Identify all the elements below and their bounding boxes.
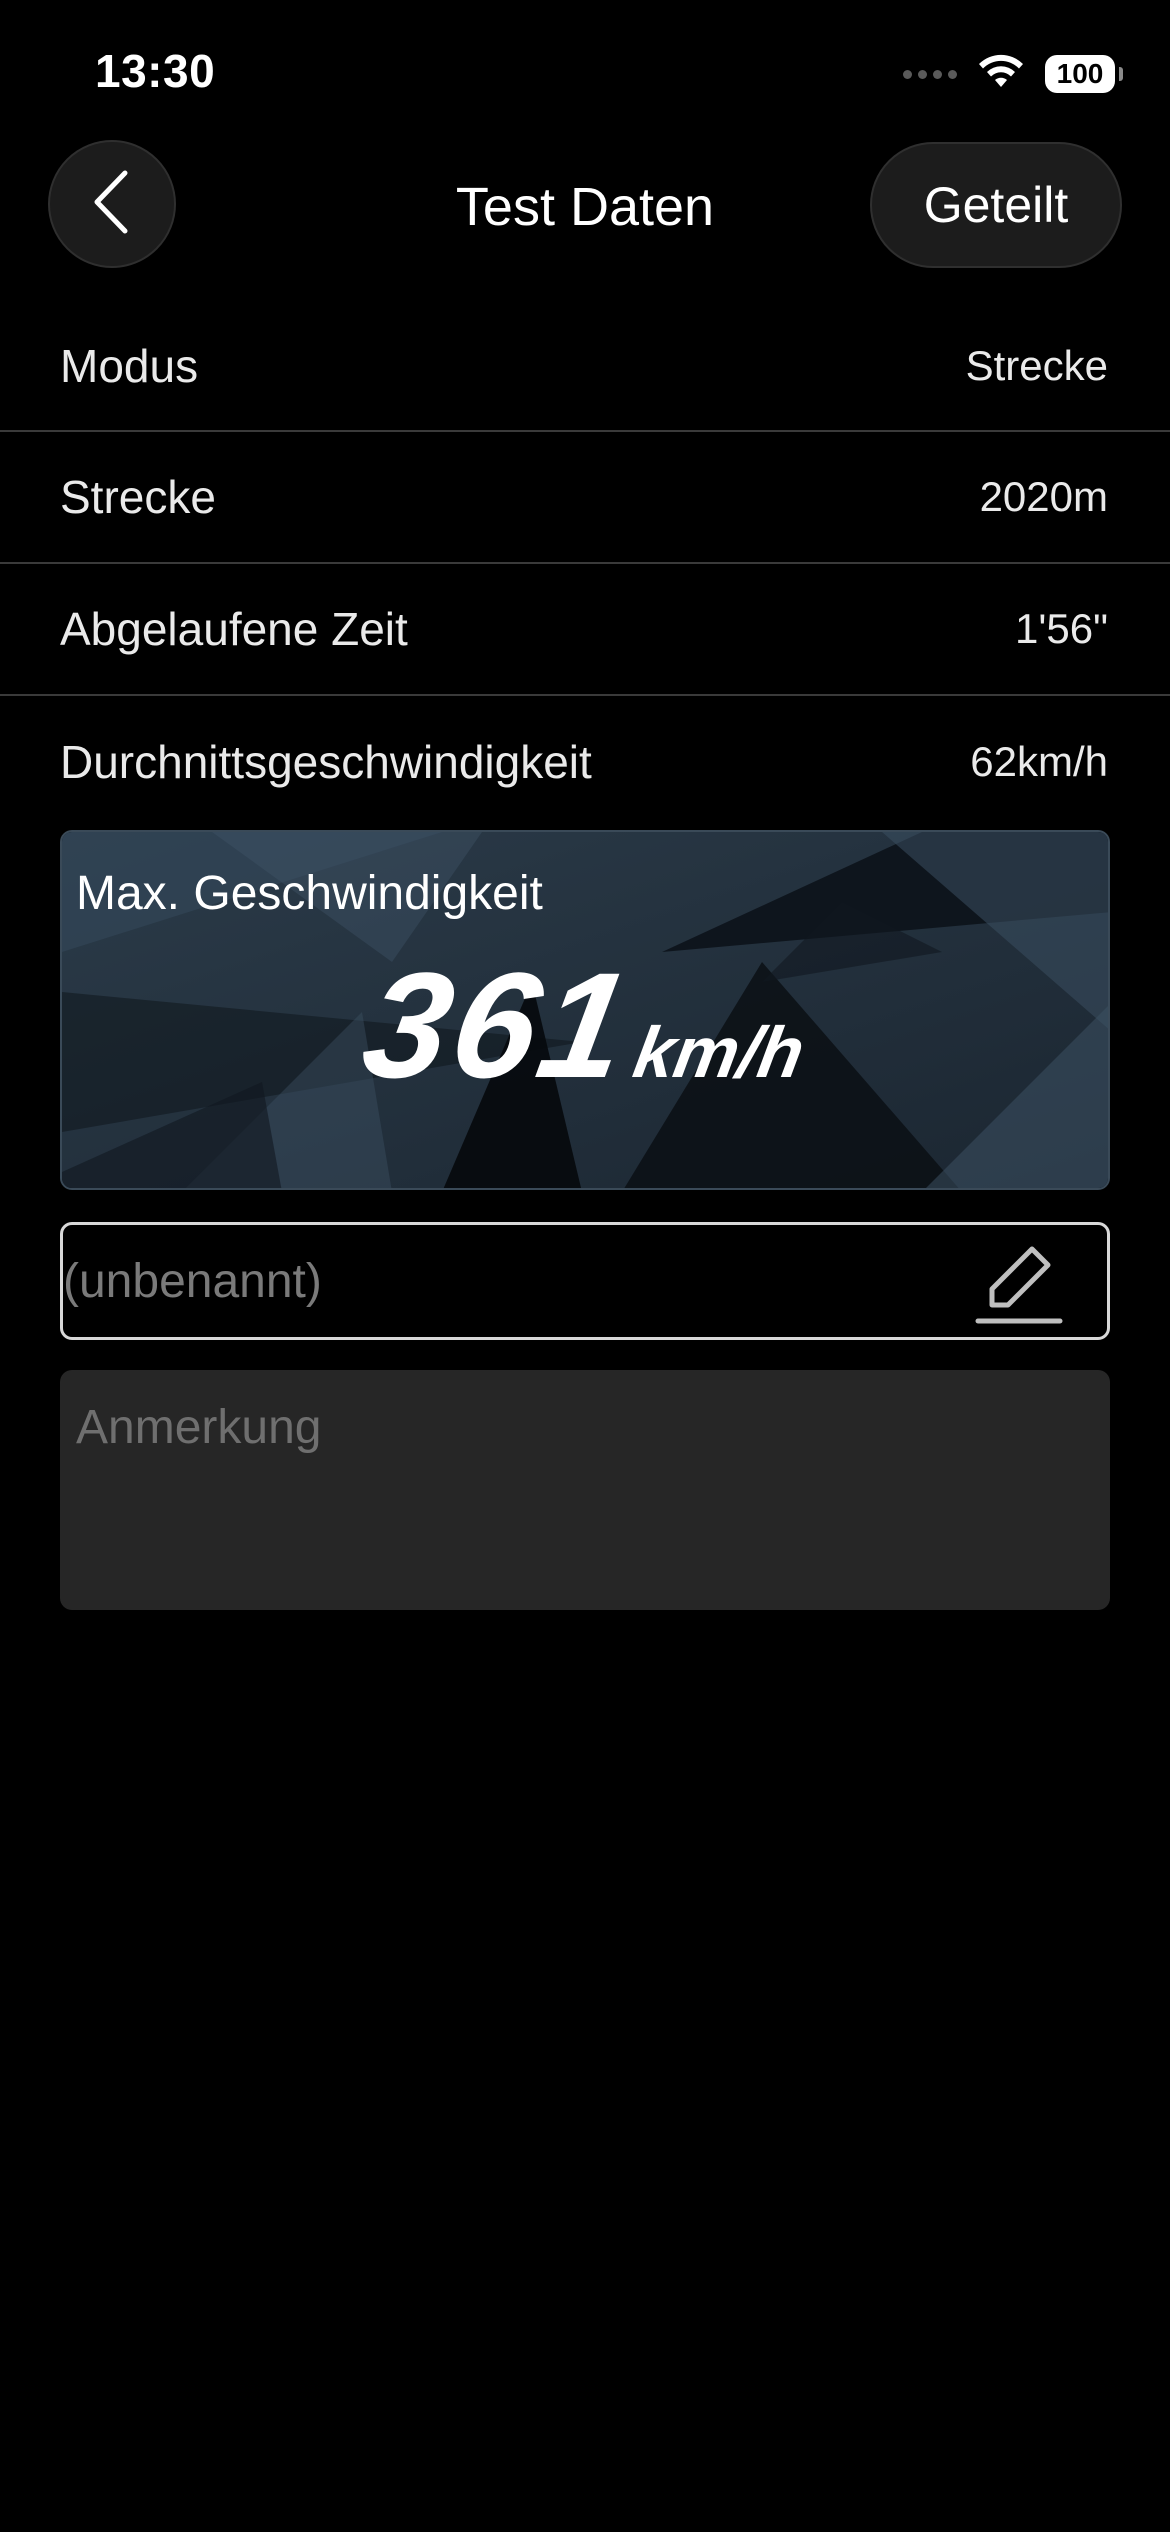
max-speed-unit: km/h bbox=[628, 1013, 811, 1093]
status-indicators: 100 bbox=[903, 50, 1123, 98]
row-elapsed-time: Abgelaufene Zeit 1'56" bbox=[0, 564, 1170, 696]
row-value: 2020m bbox=[979, 473, 1108, 520]
row-label: Strecke bbox=[60, 471, 216, 523]
row-distance: Strecke 2020m bbox=[0, 432, 1170, 564]
navigation-bar: Test Daten Geteilt bbox=[0, 140, 1170, 272]
max-speed-label: Max. Geschwindigkeit bbox=[76, 867, 543, 920]
note-field bbox=[60, 1370, 1110, 1610]
max-speed-card: Max. Geschwindigkeit 361km/h bbox=[60, 830, 1110, 1190]
record-name-input[interactable] bbox=[63, 1225, 971, 1337]
row-value: 62km/h bbox=[970, 738, 1108, 785]
share-button[interactable]: Geteilt bbox=[870, 142, 1122, 268]
status-time: 13:30 bbox=[95, 45, 216, 97]
cellular-signal-icon bbox=[903, 69, 957, 79]
row-label: Abgelaufene Zeit bbox=[60, 603, 408, 655]
note-textarea[interactable] bbox=[76, 1400, 1094, 1580]
battery-level: 100 bbox=[1056, 58, 1104, 89]
row-label: Durchnittsgeschwindigkeit bbox=[60, 736, 592, 788]
max-speed-value: 361 bbox=[352, 941, 644, 1109]
record-name-field bbox=[60, 1222, 1110, 1340]
max-speed-display: 361km/h bbox=[62, 941, 1108, 1109]
row-mode: Modus Strecke bbox=[0, 302, 1170, 432]
pencil-icon[interactable] bbox=[971, 1233, 1067, 1329]
battery-icon: 100 bbox=[1045, 55, 1123, 93]
row-label: Modus bbox=[60, 340, 199, 392]
test-data-list: Modus Strecke Strecke 2020m Abgelaufene … bbox=[0, 302, 1170, 828]
wifi-icon bbox=[977, 53, 1025, 96]
row-value: 1'56" bbox=[1014, 605, 1108, 652]
row-value: Strecke bbox=[965, 342, 1108, 389]
row-average-speed: Durchnittsgeschwindigkeit 62km/h bbox=[0, 696, 1170, 828]
status-bar: 13:30 100 bbox=[0, 0, 1170, 140]
